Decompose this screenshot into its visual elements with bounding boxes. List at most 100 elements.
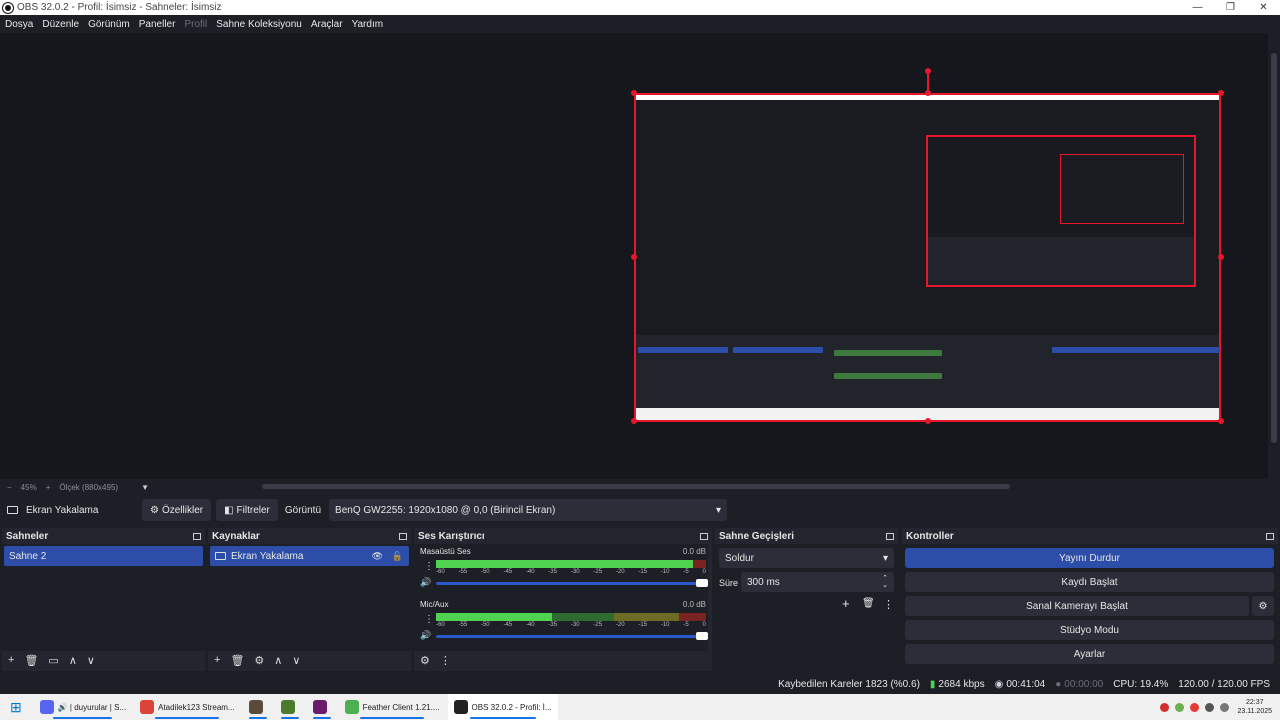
add-scene-button[interactable]: + bbox=[8, 654, 14, 666]
undock-icon[interactable] bbox=[193, 532, 201, 540]
taskbar-app[interactable]: OBS 32.0.2 - Profil: İ... bbox=[447, 694, 558, 720]
tray-app-icon[interactable] bbox=[1175, 702, 1185, 712]
remove-transition-button[interactable]: 🗑 bbox=[862, 598, 875, 609]
zoom-in-button[interactable]: + bbox=[46, 483, 51, 492]
tray-network-icon[interactable] bbox=[1205, 702, 1215, 712]
title-bar: OBS 32.0.2 - Profil: İsimsiz - Sahneler:… bbox=[0, 0, 1280, 15]
gear-icon: ⚙ bbox=[150, 504, 159, 516]
transition-properties-button[interactable]: ⋮ bbox=[883, 598, 894, 611]
zoom-out-button[interactable]: − bbox=[7, 483, 12, 492]
taskbar-app[interactable] bbox=[275, 694, 305, 720]
meter-tick-label: -55 bbox=[458, 622, 468, 628]
move-scene-up-button[interactable]: ∧ bbox=[69, 654, 77, 667]
duration-input[interactable]: 300 ms ⌃ ⌄ bbox=[741, 572, 894, 592]
start-button[interactable]: ⊞ bbox=[0, 694, 32, 720]
preview-vertical-scrollbar[interactable] bbox=[1268, 33, 1280, 479]
resize-handle-tl[interactable] bbox=[631, 90, 637, 96]
menu-sahne-koleksiyonu[interactable]: Sahne Koleksiyonu bbox=[216, 19, 302, 30]
menu-paneller[interactable]: Paneller bbox=[139, 19, 176, 30]
menu-yardim[interactable]: Yardım bbox=[352, 19, 384, 30]
menu-araclar[interactable]: Araçlar bbox=[311, 19, 343, 30]
clock[interactable]: 22:37 23.11.2025 bbox=[1237, 698, 1272, 716]
taskbar-app[interactable]: Feather Client 1.21.... bbox=[339, 694, 446, 720]
volume-slider-knob[interactable] bbox=[696, 632, 708, 640]
resize-handle-r[interactable] bbox=[1218, 254, 1224, 260]
start-virtual-camera-button[interactable]: Sanal Kamerayı Başlat bbox=[905, 596, 1249, 616]
transition-select[interactable]: Soldur ▾ bbox=[719, 548, 894, 568]
virtual-camera-settings-gear-icon[interactable]: ⚙ bbox=[1252, 596, 1274, 616]
speaker-icon[interactable]: 🔊 bbox=[420, 630, 431, 641]
add-source-button[interactable]: + bbox=[214, 654, 220, 666]
menu-gorunum[interactable]: Görünüm bbox=[88, 19, 130, 30]
tray-record-icon[interactable] bbox=[1190, 702, 1200, 712]
volume-slider[interactable] bbox=[436, 632, 708, 640]
close-button[interactable]: ✕ bbox=[1247, 0, 1280, 15]
scene-item[interactable]: Sahne 2 bbox=[4, 546, 203, 566]
visibility-eye-icon[interactable]: 👁 bbox=[372, 551, 383, 561]
resize-handle-bl[interactable] bbox=[631, 418, 637, 424]
zoom-scale-label: Ölçek (880x495) bbox=[59, 482, 119, 492]
advanced-audio-gear-icon[interactable]: ⚙ bbox=[420, 654, 430, 667]
source-item[interactable]: Ekran Yakalama 👁 🔓 bbox=[210, 546, 409, 566]
volume-slider-knob[interactable] bbox=[696, 579, 708, 587]
sources-list: Ekran Yakalama 👁 🔓 bbox=[208, 544, 411, 651]
remove-scene-button[interactable]: 🗑 bbox=[24, 654, 38, 667]
rotation-handle[interactable] bbox=[925, 68, 931, 74]
move-scene-down-button[interactable]: ∨ bbox=[87, 654, 95, 667]
channel-menu-icon[interactable]: ⋮ bbox=[424, 561, 434, 572]
scene-filters-button[interactable]: ▭ bbox=[48, 654, 58, 667]
add-transition-button[interactable]: + bbox=[842, 596, 850, 611]
taskbar-app[interactable]: Atadilek123 Stream... bbox=[134, 694, 240, 720]
volume-meter bbox=[436, 560, 706, 568]
mixer-menu-icon[interactable]: ⋮ bbox=[440, 654, 451, 667]
taskbar-app[interactable] bbox=[243, 694, 273, 720]
undock-icon[interactable] bbox=[886, 532, 894, 540]
stop-stream-button[interactable]: Yayını Durdur bbox=[905, 548, 1274, 568]
undock-icon[interactable] bbox=[700, 532, 708, 540]
properties-button[interactable]: ⚙ Özellikler bbox=[142, 499, 212, 521]
display-select[interactable]: BenQ GW2255: 1920x1080 @ 0,0 (Birincil E… bbox=[329, 499, 728, 521]
resize-handle-tr[interactable] bbox=[1218, 90, 1224, 96]
channel-menu-icon[interactable]: ⋮ bbox=[424, 614, 434, 625]
taskbar-app-label: 🔊 | duyurular | S... bbox=[57, 702, 127, 712]
speaker-icon[interactable]: 🔊 bbox=[420, 577, 431, 588]
resize-handle-t[interactable] bbox=[925, 90, 931, 96]
volume-slider[interactable] bbox=[436, 579, 708, 587]
display-label: Görüntü bbox=[284, 504, 322, 516]
resize-handle-l[interactable] bbox=[631, 254, 637, 260]
lock-icon[interactable]: 🔓 bbox=[392, 551, 403, 561]
source-properties-button[interactable]: ⚙ bbox=[254, 654, 264, 667]
menu-duzenle[interactable]: Düzenle bbox=[42, 19, 79, 30]
undock-icon[interactable] bbox=[1266, 532, 1274, 540]
screen-capture-source[interactable] bbox=[634, 93, 1221, 422]
sources-title: Kaynaklar bbox=[212, 530, 260, 542]
minimize-button[interactable]: — bbox=[1181, 0, 1214, 15]
meter-tick-label: -40 bbox=[525, 622, 535, 628]
resize-handle-b[interactable] bbox=[925, 418, 931, 424]
undock-icon[interactable] bbox=[399, 532, 407, 540]
scenes-title: Sahneler bbox=[6, 530, 49, 542]
menu-dosya[interactable]: Dosya bbox=[5, 19, 33, 30]
system-tray: 22:37 23.11.2025 bbox=[1154, 694, 1280, 720]
taskbar-app[interactable] bbox=[307, 694, 337, 720]
tray-app-icon[interactable] bbox=[1160, 702, 1170, 712]
tray-volume-icon[interactable] bbox=[1220, 702, 1230, 712]
move-source-down-button[interactable]: ∨ bbox=[292, 654, 300, 667]
zoom-dropdown-arrow[interactable]: ▼ bbox=[141, 483, 149, 492]
meter-tick-label: -20 bbox=[615, 622, 625, 628]
filters-button[interactable]: ◧ Filtreler bbox=[216, 499, 278, 521]
maximize-button[interactable]: ❐ bbox=[1214, 0, 1247, 15]
preview-horizontal-scrollbar[interactable] bbox=[262, 484, 1010, 489]
move-source-up-button[interactable]: ∧ bbox=[274, 654, 282, 667]
menu-profil[interactable]: Profil bbox=[184, 19, 207, 30]
remove-source-button[interactable]: 🗑 bbox=[230, 654, 244, 667]
start-recording-button[interactable]: Kaydı Başlat bbox=[905, 572, 1274, 592]
studio-mode-button[interactable]: Stüdyo Modu bbox=[905, 620, 1274, 640]
windows-logo-icon: ⊞ bbox=[10, 698, 22, 715]
taskbar-app[interactable]: 🔊 | duyurular | S... bbox=[34, 694, 132, 720]
spin-up-icon[interactable]: ⌃ bbox=[882, 575, 888, 582]
resize-handle-br[interactable] bbox=[1218, 418, 1224, 424]
settings-button[interactable]: Ayarlar bbox=[905, 644, 1274, 664]
meter-ticks: -60 -55 -50 -45 -40 -35 -30 -25 -20 -15 -10 -5 0 bbox=[436, 569, 706, 575]
spin-down-icon[interactable]: ⌄ bbox=[882, 582, 888, 589]
